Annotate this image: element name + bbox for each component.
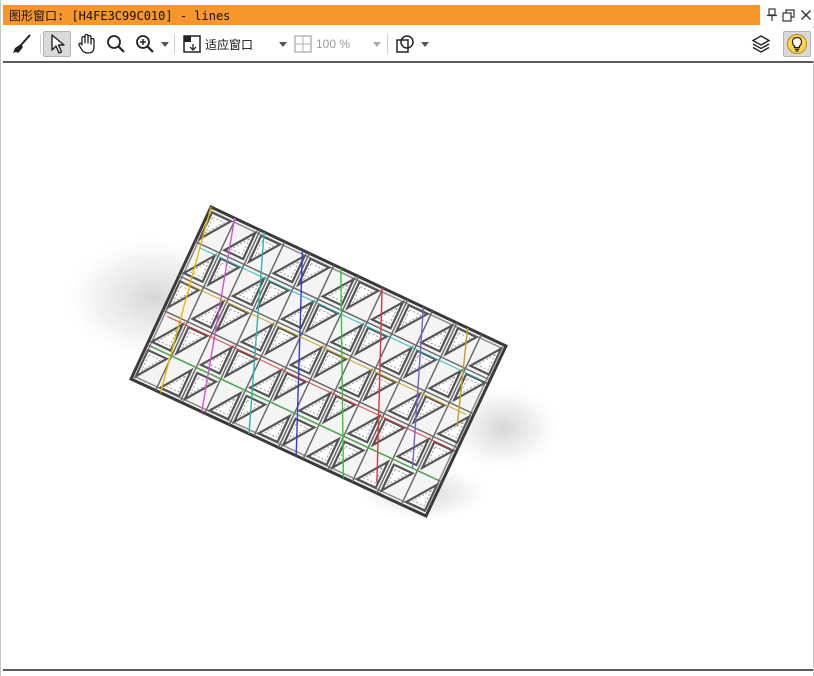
layers-icon [751, 35, 771, 53]
graphics-window: 图形窗口: [H4FE3C99C010] - lines 适应窗口 100 % [0, 0, 814, 676]
tips-button[interactable] [783, 31, 811, 57]
zoom-mode-button[interactable] [292, 31, 314, 57]
window-title: 图形窗口: [H4FE3C99C010] - lines [9, 9, 231, 23]
zoom-dropdown-caret[interactable] [161, 42, 169, 47]
pointer-icon [51, 34, 65, 54]
title-bar: 图形窗口: [H4FE3C99C010] - lines [1, 0, 814, 26]
pin-icon [766, 8, 777, 21]
layers-button[interactable] [748, 31, 774, 57]
fit-dropdown-caret[interactable] [279, 42, 287, 47]
hand-icon [78, 33, 95, 54]
shapes-dropdown-caret[interactable] [421, 42, 429, 47]
fit-window-label[interactable]: 适应窗口 [205, 36, 253, 53]
zoom-value-caret[interactable] [373, 42, 381, 47]
magnifier-icon [107, 35, 125, 53]
zoom-in-icon [136, 35, 154, 53]
toolbar-separator [174, 34, 175, 54]
zoom-tool-button[interactable] [103, 31, 129, 57]
canvas-image [58, 205, 563, 523]
pin-button[interactable] [763, 6, 780, 24]
restore-icon [782, 8, 795, 22]
zoom-value[interactable]: 100 % [316, 37, 350, 51]
shapes-icon [396, 35, 414, 53]
clear-button[interactable] [9, 31, 35, 57]
toolbar-separator [40, 34, 41, 54]
zoom-mode-icon [294, 35, 312, 53]
close-button[interactable] [797, 6, 814, 24]
zoom-in-button[interactable] [132, 31, 158, 57]
toolbar-separator [387, 34, 388, 54]
float-button[interactable] [780, 6, 797, 24]
shapes-button[interactable] [393, 31, 417, 57]
canvas-border-bottom [3, 669, 813, 671]
graphics-canvas[interactable] [3, 63, 813, 669]
close-icon [800, 10, 811, 20]
pointer-tool-button[interactable] [43, 31, 71, 57]
fit-window-button[interactable] [180, 31, 204, 57]
broom-icon [13, 34, 31, 53]
fit-window-icon [183, 35, 201, 53]
toolbar: 适应窗口 100 % [1, 28, 814, 60]
pan-tool-button[interactable] [74, 31, 100, 57]
lightbulb-icon [787, 34, 807, 54]
